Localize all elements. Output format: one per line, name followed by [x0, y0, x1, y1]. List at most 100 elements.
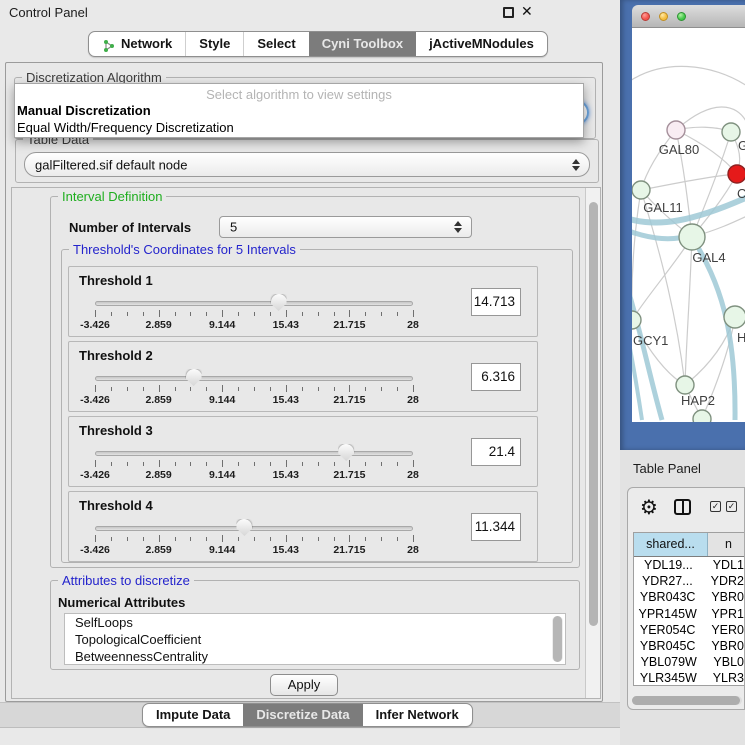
- slider-track[interactable]: [95, 376, 413, 381]
- scrollbar-thumb[interactable]: [589, 202, 598, 626]
- minimize-traffic-light[interactable]: [659, 12, 668, 21]
- label-gcy1: GCY1: [633, 333, 668, 348]
- list-scrollbar[interactable]: [552, 616, 563, 662]
- cell-name[interactable]: YBR0: [701, 638, 744, 654]
- cell-shared-name[interactable]: YDL19...: [634, 557, 703, 573]
- table-row[interactable]: YPR145WYPR1: [634, 606, 744, 622]
- table-data-combobox[interactable]: galFiltered.sif default node: [24, 152, 590, 177]
- threshold-value-field[interactable]: 21.4: [471, 438, 521, 466]
- tab-cyni-toolbox[interactable]: Cyni Toolbox: [309, 32, 416, 56]
- tick-mark: [127, 312, 128, 316]
- dropdown-placeholder-option[interactable]: Select algorithm to view settings: [15, 87, 583, 102]
- slider-track[interactable]: [95, 526, 413, 531]
- tick-mark: [381, 387, 382, 391]
- slider-thumb[interactable]: [236, 519, 252, 536]
- gear-icon[interactable]: ⚙: [640, 495, 658, 519]
- scrollbar-thumb[interactable]: [632, 696, 740, 705]
- cell-name[interactable]: YPR1: [701, 606, 744, 622]
- cell-name[interactable]: YLR3: [703, 670, 744, 686]
- attribute-list-item[interactable]: TopologicalCoefficient: [65, 631, 565, 648]
- threshold-value-field[interactable]: 11.344: [471, 513, 521, 541]
- threshold-1-slider[interactable]: -3.4262.8599.14415.4321.71528: [95, 299, 413, 335]
- threshold-value-field[interactable]: 14.713: [471, 288, 521, 316]
- node-h[interactable]: [724, 306, 745, 328]
- node-gal4[interactable]: [679, 224, 705, 250]
- cell-shared-name[interactable]: YBR045C: [634, 638, 701, 654]
- slider-track[interactable]: [95, 301, 413, 306]
- tick-mark: [365, 462, 366, 466]
- slider-thumb[interactable]: [271, 294, 287, 311]
- table-row[interactable]: YDL19...YDL1: [634, 557, 744, 573]
- cell-name[interactable]: YBR0: [701, 589, 744, 605]
- node-gal11[interactable]: [632, 181, 650, 199]
- slider-track[interactable]: [95, 451, 413, 456]
- dropdown-option-equal-width-frequency[interactable]: Equal Width/Frequency Discretization: [17, 120, 234, 135]
- apply-button[interactable]: Apply: [270, 674, 338, 696]
- float-window-icon[interactable]: [503, 7, 514, 18]
- tick-label: 2.859: [145, 394, 171, 406]
- table-row[interactable]: YBR045CYBR0: [634, 638, 744, 654]
- cell-shared-name[interactable]: YER054C: [634, 622, 701, 638]
- checkbox-icon[interactable]: ✓: [726, 501, 737, 512]
- tick-label: 15.43: [273, 544, 299, 556]
- cell-name[interactable]: YDR2: [701, 573, 744, 589]
- tick-mark: [413, 535, 414, 542]
- table-row[interactable]: YER054CYER0: [634, 622, 744, 638]
- tick-mark: [413, 310, 414, 317]
- node-hap2[interactable]: [676, 376, 694, 394]
- tab-infer-network[interactable]: Infer Network: [363, 704, 472, 726]
- column-header-shared-name[interactable]: shared...: [634, 533, 708, 556]
- table-row[interactable]: YLR345WYLR3: [634, 670, 744, 686]
- tab-jactivemnodules[interactable]: jActiveMNodules: [416, 32, 547, 56]
- cell-name[interactable]: YER0: [701, 622, 744, 638]
- tick-mark: [143, 387, 144, 391]
- cell-shared-name[interactable]: YLR345W: [634, 670, 703, 686]
- cell-shared-name[interactable]: YPR145W: [634, 606, 701, 622]
- close-traffic-light[interactable]: [641, 12, 650, 21]
- tab-style[interactable]: Style: [185, 32, 243, 56]
- cell-shared-name[interactable]: YBL079W: [634, 654, 703, 670]
- numerical-attributes-list[interactable]: SelfLoopsTopologicalCoefficientBetweenne…: [64, 613, 566, 665]
- node-bottom[interactable]: [693, 410, 711, 422]
- tick-mark: [206, 462, 207, 466]
- threshold-4-slider[interactable]: -3.4262.8599.14415.4321.71528: [95, 524, 413, 560]
- close-icon[interactable]: ✕: [521, 3, 533, 20]
- tick-mark: [190, 387, 191, 391]
- attribute-list-item[interactable]: SelfLoops: [65, 614, 565, 631]
- table-horizontal-scrollbar[interactable]: [632, 696, 742, 705]
- tab-label: jActiveMNodules: [429, 32, 534, 56]
- threshold-value-field[interactable]: 6.316: [471, 363, 521, 391]
- slider-thumb[interactable]: [338, 444, 354, 461]
- number-of-intervals-combobox[interactable]: 5: [219, 216, 472, 238]
- cell-shared-name[interactable]: YBR043C: [634, 589, 701, 605]
- dropdown-option-manual-discretization[interactable]: Manual Discretization: [17, 103, 151, 118]
- tab-select[interactable]: Select: [243, 32, 308, 56]
- network-canvas[interactable]: GAL80 GA C GAL11 GAL4 GCY1 H HAP2: [632, 28, 745, 422]
- node-red-selected[interactable]: [728, 165, 745, 183]
- scrollbar-thumb[interactable]: [553, 616, 562, 662]
- tick-mark: [159, 535, 160, 542]
- slider-ticks: [95, 535, 413, 543]
- cell-shared-name[interactable]: YDR27...: [634, 573, 701, 589]
- cell-name[interactable]: YBL0: [703, 654, 744, 670]
- tab-impute-data[interactable]: Impute Data: [143, 704, 243, 726]
- tick-mark: [190, 312, 191, 316]
- threshold-2-slider[interactable]: -3.4262.8599.14415.4321.71528: [95, 374, 413, 410]
- table-row[interactable]: YBL079WYBL0: [634, 654, 744, 670]
- split-columns-icon[interactable]: [674, 499, 691, 515]
- threshold-3-slider[interactable]: -3.4262.8599.14415.4321.71528: [95, 449, 413, 485]
- table-row[interactable]: YBR043CYBR0: [634, 589, 744, 605]
- tick-mark: [381, 312, 382, 316]
- checkbox-icon[interactable]: ✓: [710, 501, 721, 512]
- table-row[interactable]: YDR27...YDR2: [634, 573, 744, 589]
- cell-name[interactable]: YDL1: [703, 557, 744, 573]
- node-gal80[interactable]: [667, 121, 685, 139]
- tab-discretize-data[interactable]: Discretize Data: [243, 704, 362, 726]
- attribute-list-item[interactable]: BetweennessCentrality: [65, 648, 565, 665]
- tab-network[interactable]: Network: [89, 32, 185, 56]
- threshold-label: Threshold 3: [79, 423, 153, 438]
- column-header-name[interactable]: n: [708, 533, 744, 556]
- slider-thumb[interactable]: [186, 369, 202, 386]
- zoom-traffic-light[interactable]: [677, 12, 686, 21]
- settings-vertical-scrollbar[interactable]: [585, 188, 600, 698]
